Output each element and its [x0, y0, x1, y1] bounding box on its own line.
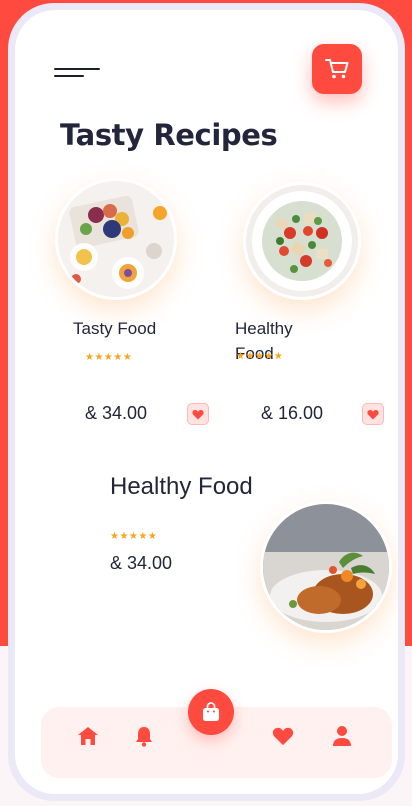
nav-favorites[interactable] [271, 724, 295, 748]
recipe-image[interactable] [243, 182, 361, 300]
hamburger-menu-icon[interactable] [54, 65, 100, 81]
app-screen: Tasty Recipes Tasty Food ★★★★★ & 34.00 H… [15, 10, 398, 794]
recipe-price: & 16.00 [261, 403, 324, 423]
shopping-bag-icon [203, 702, 219, 721]
heart-icon [367, 409, 379, 419]
favorite-button[interactable] [187, 403, 209, 425]
user-icon [333, 726, 351, 746]
phone-frame: Tasty Recipes Tasty Food ★★★★★ & 34.00 H… [8, 3, 405, 801]
rating-stars: ★★★★★ [85, 352, 133, 363]
nav-notifications[interactable] [132, 724, 156, 748]
rating-stars: ★★★★★ [236, 351, 284, 362]
nav-home[interactable] [76, 724, 100, 748]
nav-profile[interactable] [330, 724, 354, 748]
favorite-button[interactable] [362, 403, 384, 425]
heart-icon [192, 409, 204, 419]
rating-stars: ★★★★★ [110, 531, 158, 542]
bell-icon [136, 726, 152, 747]
nav-shop[interactable] [188, 689, 234, 735]
page-title: Tasty Recipes [60, 118, 278, 152]
featured-recipe-image[interactable] [260, 501, 392, 633]
home-icon [78, 727, 98, 745]
recipe-name: Tasty Food [73, 319, 157, 338]
featured-recipe-name: Healthy Food [110, 473, 253, 500]
recipe-image[interactable] [55, 178, 177, 300]
heart-icon [272, 727, 294, 746]
cart-button[interactable] [312, 44, 362, 94]
featured-recipe-price: & 34.00 [110, 553, 173, 573]
recipe-price: & 34.00 [85, 403, 148, 423]
shopping-cart-icon [325, 59, 349, 79]
